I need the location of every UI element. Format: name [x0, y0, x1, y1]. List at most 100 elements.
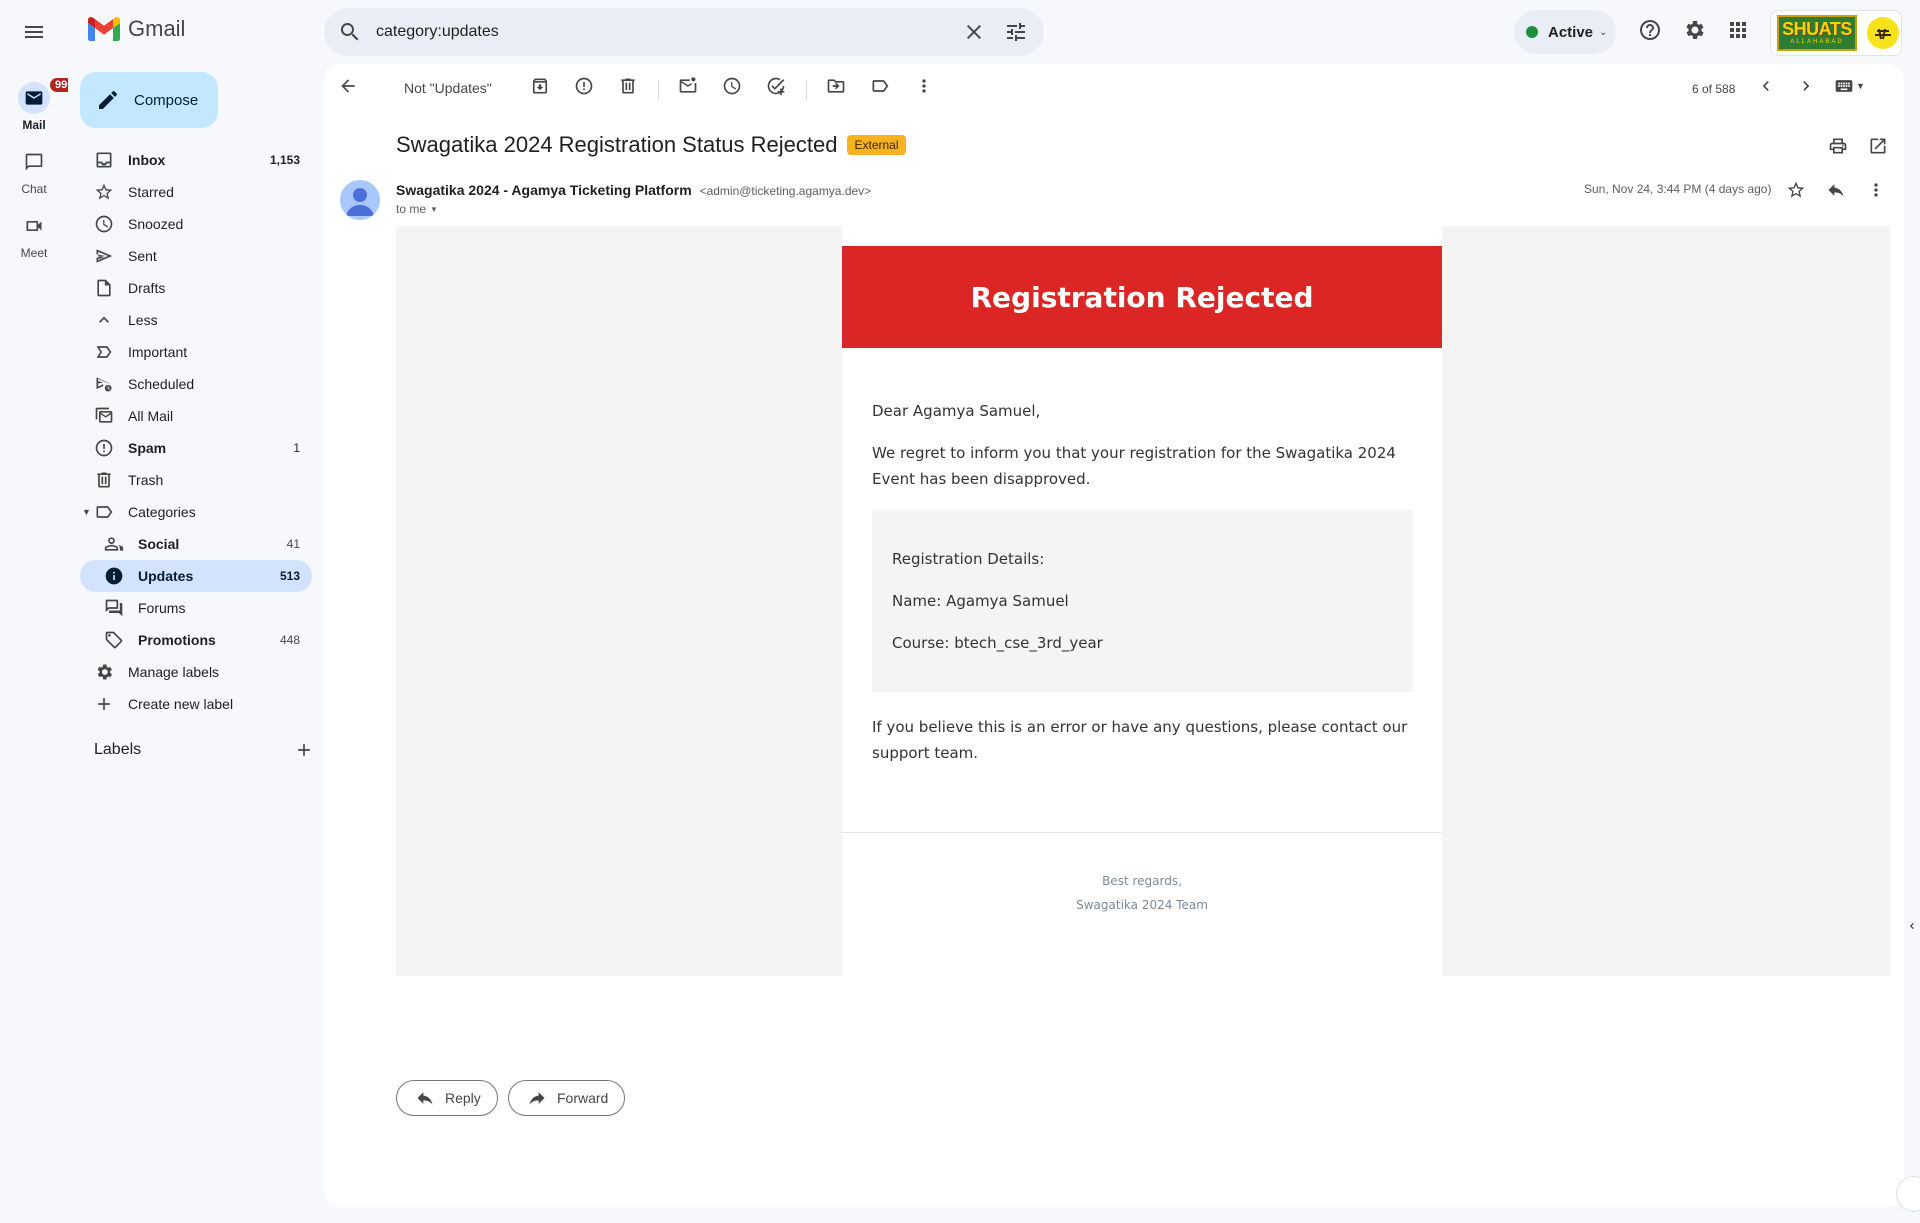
sidebar-item-snoozed[interactable]: Snoozed [80, 208, 312, 240]
sidebar-item-label: Trash [128, 472, 164, 488]
rail-mail[interactable]: 99+ Mail [0, 76, 81, 132]
trash-icon [97, 472, 111, 488]
report-spam-icon [575, 77, 593, 95]
people-icon [104, 537, 124, 551]
sidebar-item-categories[interactable]: ▼ Categories [80, 496, 312, 528]
snooze-button[interactable] [722, 76, 742, 96]
star-button[interactable] [1786, 180, 1806, 200]
help-button[interactable] [1638, 18, 1662, 42]
unread-count: 1 [293, 441, 300, 455]
archive-icon [532, 78, 548, 94]
corner-widget[interactable] [1896, 1176, 1920, 1212]
newer-button[interactable] [1756, 76, 1776, 96]
user-avatar[interactable] [1867, 17, 1899, 49]
help-icon [1640, 20, 1660, 40]
label-icon [872, 80, 889, 92]
forum-icon [105, 599, 123, 617]
sender-name[interactable]: Swagatika 2024 - Agamya Ticketing Platfo… [396, 182, 692, 198]
sidebar-item-label: Scheduled [128, 376, 195, 392]
details-name: Name: Agamya Samuel [892, 592, 1069, 610]
sidebar-item-social[interactable]: Social 41 [80, 528, 312, 560]
recipient-details-toggle[interactable]: to me ▼ [396, 202, 438, 216]
search-options-icon[interactable] [1004, 20, 1028, 44]
print-all-button[interactable] [1828, 136, 1848, 156]
search-icon[interactable] [338, 20, 362, 44]
manage-labels-link[interactable]: Manage labels [80, 656, 312, 688]
caret-down-icon: ▼ [1856, 81, 1865, 91]
delete-button[interactable] [618, 76, 638, 96]
more-actions-button[interactable] [914, 76, 934, 96]
more-vert-icon [922, 79, 926, 93]
older-button[interactable] [1796, 76, 1816, 96]
archive-button[interactable] [530, 76, 550, 96]
email-signoff: Best regards, [1102, 874, 1182, 888]
sidebar: Compose Inbox 1,153 Starred Snoozed Sent… [68, 64, 324, 1223]
open-new-window-button[interactable] [1868, 136, 1888, 156]
main-menu-button[interactable] [18, 18, 50, 46]
status-selector[interactable]: Active ⌄ [1514, 10, 1616, 54]
move-to-button[interactable] [826, 76, 846, 96]
sidebar-item-drafts[interactable]: Drafts [80, 272, 312, 304]
sidebar-item-all-mail[interactable]: All Mail [80, 400, 312, 432]
add-task-button[interactable] [766, 76, 786, 96]
sidebar-item-updates[interactable]: Updates 513 [80, 560, 312, 592]
sidebar-item-label: Starred [128, 184, 174, 200]
labels-section-header: Labels [94, 740, 314, 760]
gear-icon [97, 664, 112, 680]
reply-button[interactable]: Reply [396, 1080, 498, 1116]
arrow-back-icon [341, 79, 355, 93]
sidebar-item-less[interactable]: Less [80, 304, 312, 336]
gmail-wordmark: Gmail [128, 16, 186, 41]
sidebar-item-trash[interactable]: Trash [80, 464, 312, 496]
message-more-button[interactable] [1866, 180, 1886, 200]
trash-icon [621, 78, 635, 94]
add-label-icon[interactable] [294, 740, 314, 760]
reply-icon-button[interactable] [1826, 180, 1846, 200]
rail-label: Mail [22, 118, 46, 132]
back-button[interactable] [338, 76, 358, 96]
sidebar-item-forums[interactable]: Forums [80, 592, 312, 624]
sidebar-item-sent[interactable]: Sent [80, 240, 312, 272]
not-updates-button[interactable]: Not "Updates" [404, 80, 492, 96]
email-paragraph: If you believe this is an error or have … [872, 718, 1408, 762]
send-icon [96, 249, 113, 263]
inbox-icon [96, 152, 112, 168]
account-switcher[interactable]: SHUATS ALLAHABAD [1770, 10, 1902, 56]
clear-search-icon[interactable] [962, 20, 986, 44]
sidebar-item-label: Promotions [138, 632, 216, 648]
unread-count: 1,153 [269, 153, 300, 167]
compose-button[interactable]: Compose [80, 72, 218, 128]
email-card: Registration Rejected Dear Agamya Samuel… [842, 226, 1442, 976]
pencil-icon [99, 91, 117, 109]
search-input[interactable] [376, 23, 936, 41]
forward-icon [529, 1092, 545, 1105]
apps-button[interactable] [1726, 18, 1750, 42]
report-spam-button[interactable] [574, 76, 594, 96]
org-logo-text: SHUATS [1782, 19, 1852, 39]
rail-meet[interactable]: Meet [0, 210, 68, 260]
gmail-m-icon [88, 17, 120, 41]
email-banner: Registration Rejected [842, 246, 1442, 348]
forward-button[interactable]: Forward [508, 1080, 626, 1116]
sidebar-item-important[interactable]: Important [80, 336, 312, 368]
sidebar-item-inbox[interactable]: Inbox 1,153 [80, 144, 312, 176]
external-badge[interactable]: External [847, 135, 906, 155]
create-label-link[interactable]: Create new label [80, 688, 312, 720]
sidebar-item-label: All Mail [128, 408, 174, 424]
sidebar-item-starred[interactable]: Starred [80, 176, 312, 208]
sidebar-item-scheduled[interactable]: Scheduled [80, 368, 312, 400]
sender-avatar[interactable] [340, 180, 380, 220]
sidebar-item-promotions[interactable]: Promotions 448 [80, 624, 312, 656]
gmail-logo[interactable]: Gmail [88, 16, 185, 42]
sidebar-item-spam[interactable]: Spam 1 [80, 432, 312, 464]
star-icon [1787, 181, 1805, 198]
rail-chat[interactable]: Chat [0, 146, 68, 196]
mark-unread-button[interactable] [678, 76, 698, 96]
input-tools-button[interactable]: ▼ [1834, 76, 1865, 96]
side-panel-toggle[interactable] [1904, 912, 1920, 940]
add-task-icon [767, 77, 785, 96]
recipient-text: to me [396, 202, 427, 216]
settings-button[interactable] [1682, 18, 1706, 42]
labels-button[interactable] [870, 76, 890, 96]
star-icon [95, 183, 113, 200]
